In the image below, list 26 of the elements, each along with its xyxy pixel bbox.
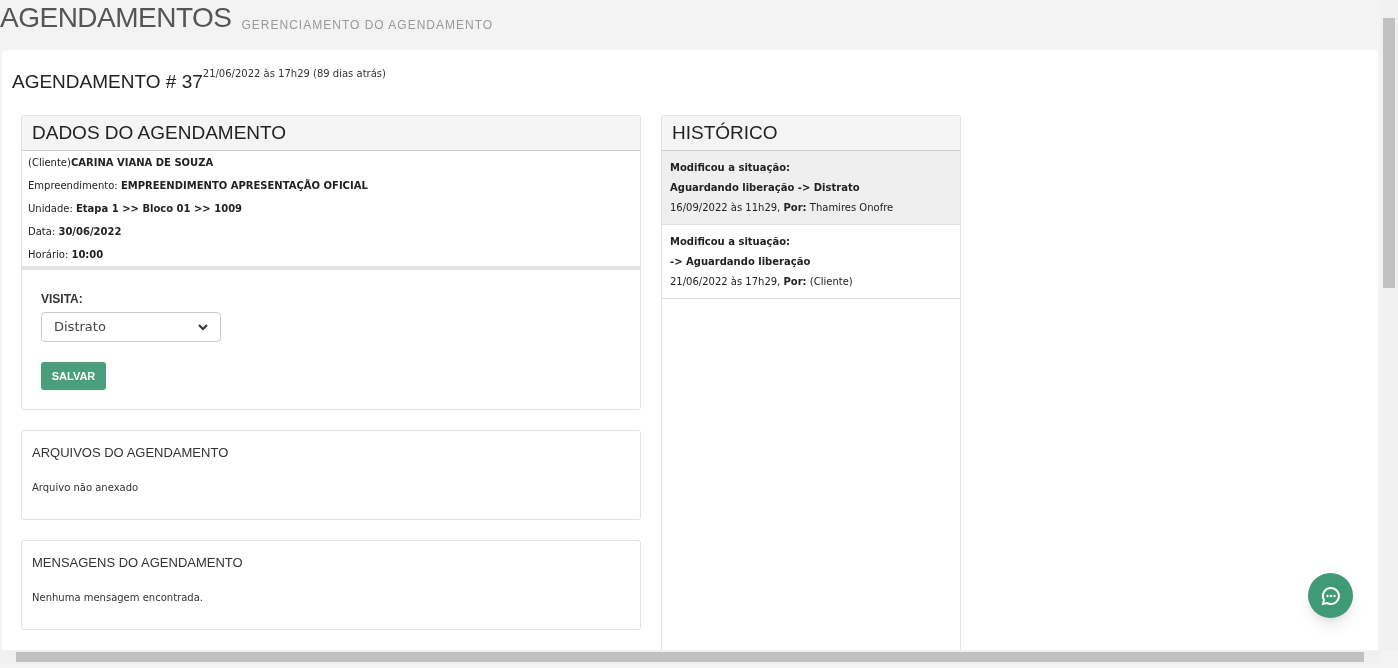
chat-icon: [1319, 584, 1342, 607]
history-change: -> Aguardando liberação: [670, 255, 812, 269]
history-action: Modificou a situação:: [670, 161, 792, 175]
page-subtitle: GERENCIAMENTO DO AGENDAMENTO: [241, 19, 494, 31]
caret-icon: [198, 323, 208, 331]
booking-title: AGENDAMENTO # 37: [12, 71, 203, 94]
visit-label: VISITA:: [41, 291, 84, 308]
history-meta: 21/06/2022 às 17h29, Por: (Cliente): [670, 275, 854, 289]
visit-select[interactable]: Distrato: [41, 312, 221, 342]
panel-title: HISTÓRICO: [672, 120, 778, 145]
detail-row-text: Unidade: Etapa 1 >> Bloco 01 >> 1009: [28, 202, 244, 216]
history-change: Aguardando liberação -> Distrato: [670, 181, 861, 195]
panel-title: MENSAGENS DO AGENDAMENTO: [32, 554, 244, 572]
booking-date: 21/06/2022 às 17h29 (89 dias atrás): [202, 67, 386, 79]
select-value: Distrato: [54, 318, 106, 337]
empty-message: Arquivo não anexado: [32, 480, 140, 495]
detail-row-text: (Cliente)CARINA VIANA DE SOUZA: [28, 156, 215, 170]
page-title: AGENDAMENTOS: [0, 4, 232, 32]
detail-row-text: Empreendimento: EMPREENDIMENTO APRESENTAÇÃO OFICIAL: [28, 178, 369, 193]
detail-row-text: Data: 30/06/2022: [28, 225, 123, 239]
detail-row-text: Horário: 10:00: [28, 248, 105, 262]
history-action: Modificou a situação:: [670, 235, 792, 249]
panel-title: ARQUIVOS DO AGENDAMENTO: [32, 444, 230, 462]
empty-message: Nenhuma mensagem encontrada.: [32, 590, 204, 605]
panel-title: DADOS DO AGENDAMENTO: [32, 120, 287, 145]
history-meta: 16/09/2022 às 11h29, Por: Thamires Onofre: [670, 201, 895, 215]
